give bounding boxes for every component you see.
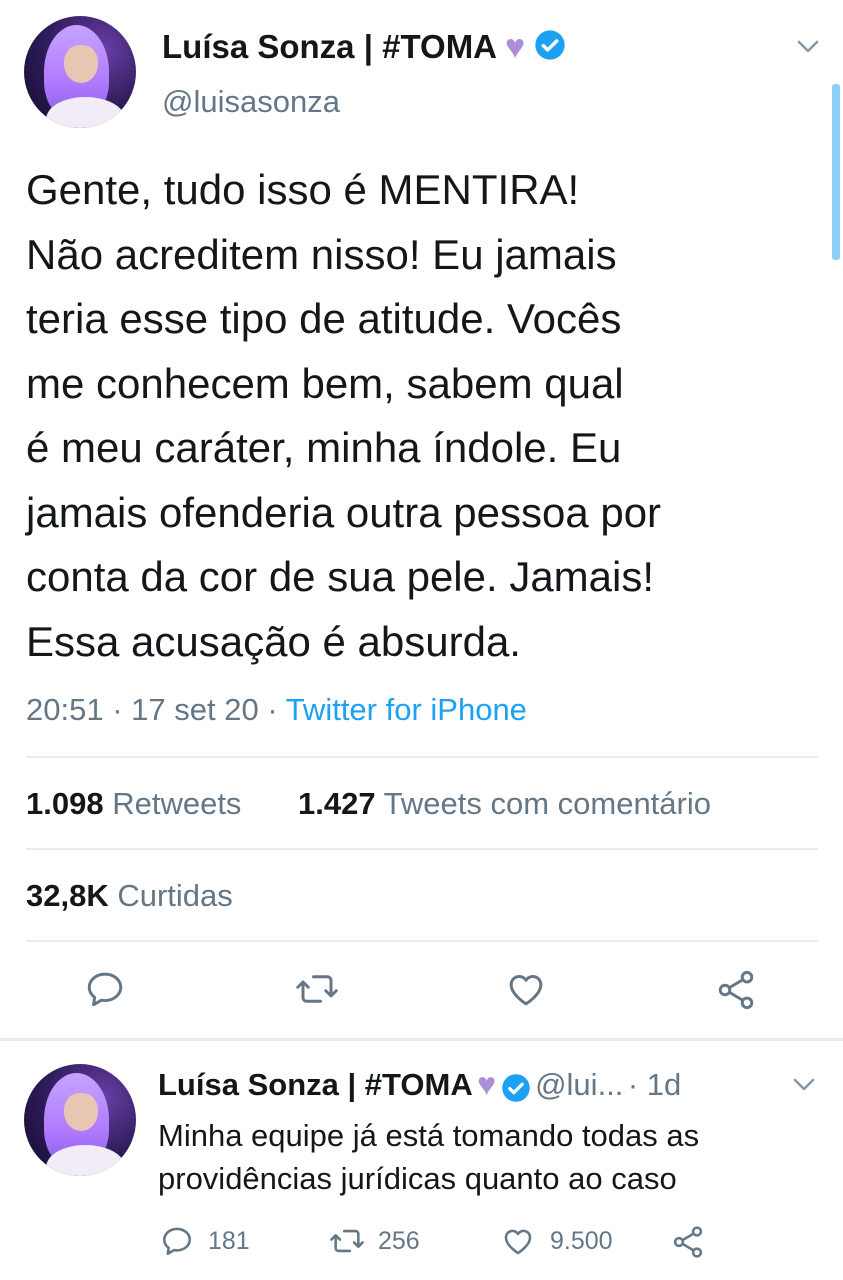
retweets-stat[interactable]: 1.098 Retweets [26, 786, 241, 822]
divider [26, 940, 818, 942]
reply-separator: · [627, 1067, 647, 1102]
retweet-count: 256 [378, 1226, 420, 1255]
like-heart-icon[interactable] [504, 968, 548, 1010]
reply-icon[interactable] [84, 968, 126, 1010]
chevron-down-icon[interactable] [790, 1074, 818, 1094]
section-divider [0, 1038, 843, 1041]
avatar-face [64, 45, 98, 84]
reply-reply-action[interactable]: 181 [160, 1224, 250, 1258]
tweet-time: 20:51 [26, 692, 104, 727]
chevron-down-icon[interactable] [794, 36, 822, 56]
likes-stat[interactable]: 32,8K Curtidas [26, 878, 233, 914]
retweets-label: Retweets [112, 786, 242, 821]
author-handle[interactable]: @luisasonza [162, 84, 340, 120]
reply-icon[interactable] [160, 1224, 194, 1258]
author-name[interactable]: Luísa Sonza | #TOMA [162, 28, 496, 65]
divider [26, 848, 818, 850]
quotes-stat[interactable]: 1.427 Tweets com comentário [298, 786, 711, 822]
tweet-source-link[interactable]: Twitter for iPhone [286, 692, 527, 727]
likes-label: Curtidas [117, 878, 233, 913]
reply-text: Minha equipe já está tomando todas as pr… [158, 1118, 700, 1196]
meta-separator: · [112, 692, 132, 727]
like-count: 9.500 [550, 1226, 613, 1255]
retweet-icon[interactable] [294, 968, 340, 1010]
share-icon[interactable] [714, 968, 758, 1012]
reply-author-name[interactable]: Luísa Sonza | #TOMA [158, 1067, 473, 1102]
author-name-row[interactable]: Luísa Sonza | #TOMA ♥ [162, 28, 566, 69]
avatar-face [64, 1093, 98, 1132]
verified-badge-icon [501, 1073, 531, 1108]
quotes-count: 1.427 [298, 786, 376, 821]
quotes-label: Tweets com comentário [383, 786, 711, 821]
tweet-meta: 20:51 · 17 set 20 · Twitter for iPhone [26, 692, 527, 728]
author-avatar[interactable] [24, 16, 136, 128]
reply-age: 1d [646, 1067, 682, 1102]
retweets-count: 1.098 [26, 786, 104, 821]
share-icon[interactable] [670, 1224, 706, 1260]
reply-count: 181 [208, 1226, 250, 1255]
retweet-icon[interactable] [328, 1224, 366, 1258]
tweet-text: Gente, tudo isso é MENTIRA! Não acredite… [26, 166, 662, 665]
divider [26, 756, 818, 758]
reply-author-avatar[interactable] [24, 1064, 136, 1176]
purple-heart-icon: ♥ [504, 28, 526, 66]
reply-like-action[interactable]: 9.500 [500, 1224, 613, 1258]
scrollbar[interactable] [832, 84, 840, 260]
meta-separator: · [267, 692, 286, 727]
reply-author-handle[interactable]: @lui... [535, 1067, 623, 1102]
tweet-date: 17 set 20 [131, 692, 259, 727]
reply-retweet-action[interactable]: 256 [328, 1224, 420, 1258]
purple-heart-icon: ♥ [477, 1066, 497, 1102]
reply-header[interactable]: Luísa Sonza | #TOMA ♥ @lui... · 1d [158, 1066, 681, 1108]
verified-badge-icon [534, 29, 566, 69]
likes-count: 32,8K [26, 878, 109, 913]
like-heart-icon[interactable] [500, 1224, 536, 1258]
